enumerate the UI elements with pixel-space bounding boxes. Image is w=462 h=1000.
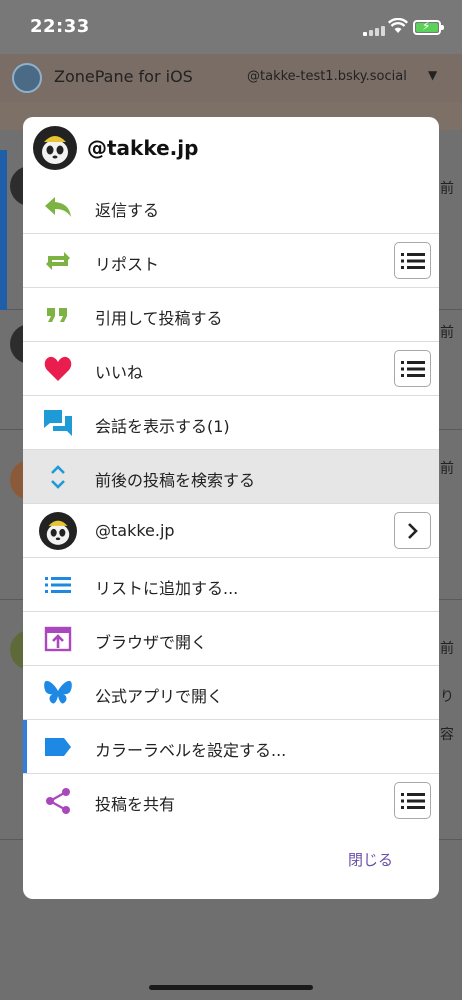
timeline-side-text: 前: [440, 461, 454, 477]
user-avatar: [33, 126, 77, 170]
post-action-dialog: @takke.jp 返信する リポスト 引用して投稿する いいね 会話を表示する…: [23, 117, 439, 899]
wifi-icon: [388, 18, 408, 33]
cellular-signal-icon: [363, 24, 385, 36]
timeline-side-text: 容: [440, 727, 454, 743]
list-icon: [401, 361, 425, 377]
menu-item-label: 会話を表示する(1): [95, 417, 230, 436]
quote-icon: [43, 301, 73, 329]
heart-icon: [43, 355, 73, 383]
status-bar: 22:33 ⚡: [0, 0, 462, 54]
menu-item-label: いいね: [95, 363, 144, 382]
conversation-icon: [43, 409, 73, 437]
butterfly-icon: [43, 679, 73, 707]
dialog-header: @takke.jp: [23, 117, 439, 181]
menu-item-label: リポスト: [95, 255, 160, 274]
app-title: ZonePane for iOS: [54, 67, 193, 86]
menu-item-label: 公式アプリで開く: [95, 687, 224, 706]
menu-item-add-to-list[interactable]: リストに追加する...: [23, 558, 439, 612]
repost-list-button[interactable]: [394, 242, 431, 279]
menu-item-share[interactable]: 投稿を共有: [23, 774, 439, 828]
menu-item-open-browser[interactable]: ブラウザで開く: [23, 612, 439, 666]
menu-item-repost[interactable]: リポスト: [23, 234, 439, 288]
timeline-side-text: 前: [440, 181, 454, 197]
expand-vertical-icon: [43, 463, 73, 491]
list-icon: [401, 793, 425, 809]
menu-item-label: @takke.jp: [95, 521, 175, 540]
menu-item-show-conversation[interactable]: 会話を表示する(1): [23, 396, 439, 450]
dropdown-caret-icon[interactable]: ▼: [428, 68, 437, 82]
share-icon: [43, 787, 73, 815]
like-list-button[interactable]: [394, 350, 431, 387]
user-profile-open-button[interactable]: [394, 512, 431, 549]
menu-item-open-official-app[interactable]: 公式アプリで開く: [23, 666, 439, 720]
account-selector[interactable]: @takke-test1.bsky.social: [247, 69, 407, 84]
app-logo: [12, 63, 42, 93]
battery-icon: ⚡: [413, 19, 444, 35]
action-menu: 返信する リポスト 引用して投稿する いいね 会話を表示する(1) 前後の投稿を…: [23, 180, 439, 828]
reply-icon: [43, 193, 73, 221]
timeline-side-text: 前: [440, 641, 454, 657]
share-list-button[interactable]: [394, 782, 431, 819]
list-icon: [401, 253, 425, 269]
close-button[interactable]: 閉じる: [348, 849, 393, 870]
chevron-right-icon: [408, 523, 418, 539]
menu-item-quote[interactable]: 引用して投稿する: [23, 288, 439, 342]
timeline-side-text: 前: [440, 325, 454, 341]
menu-item-reply[interactable]: 返信する: [23, 180, 439, 234]
menu-item-label: 返信する: [95, 201, 160, 220]
dialog-title: @takke.jp: [87, 136, 199, 160]
menu-item-label: カラーラベルを設定する...: [95, 741, 287, 760]
menu-item-set-color-label[interactable]: カラーラベルを設定する...: [23, 720, 439, 774]
menu-item-like[interactable]: いいね: [23, 342, 439, 396]
menu-item-label: 引用して投稿する: [95, 309, 223, 328]
menu-item-user-profile[interactable]: @takke.jp: [23, 504, 439, 558]
menu-item-label: 投稿を共有: [95, 795, 176, 814]
home-indicator: [149, 985, 313, 990]
label-icon: [43, 733, 73, 761]
status-time: 22:33: [30, 16, 90, 37]
user-avatar: [39, 512, 77, 550]
timeline-side-text: り: [440, 689, 454, 705]
menu-item-label: 前後の投稿を検索する: [95, 471, 256, 490]
app-header: ZonePane for iOS @takke-test1.bsky.socia…: [0, 54, 462, 102]
repost-icon: [43, 247, 73, 275]
menu-item-label: リストに追加する...: [95, 579, 239, 598]
list-icon: [43, 571, 73, 599]
menu-item-label: ブラウザで開く: [95, 633, 208, 652]
open-in-browser-icon: [43, 625, 73, 653]
menu-item-search-nearby[interactable]: 前後の投稿を検索する: [23, 450, 439, 504]
